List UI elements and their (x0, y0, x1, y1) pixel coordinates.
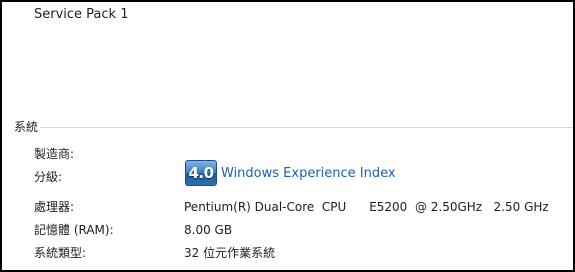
windows-experience-index-badge-icon[interactable]: 4.0 (185, 160, 217, 186)
rating-label: 分級: (34, 170, 63, 184)
manufacturer-row: 製造商: (34, 145, 554, 163)
system-type-row: 系統類型: 32 位元作業系統 (34, 244, 554, 262)
memory-row: 記憶體 (RAM): 8.00 GB (34, 221, 554, 239)
rating-row: 分級: 4.0 Windows Experience Index (34, 160, 554, 186)
section-divider (40, 127, 573, 128)
memory-value: 8.00 GB (184, 223, 233, 237)
service-pack-text: Service Pack 1 (34, 7, 129, 22)
processor-row: 處理器: Pentium(R) Dual-Core CPU E5200 @ 2.… (34, 198, 554, 216)
memory-label: 記憶體 (RAM): (34, 223, 114, 237)
section-title: 系統 (14, 120, 39, 134)
system-type-value: 32 位元作業系統 (184, 246, 276, 260)
system-section-header: 系統 (14, 118, 573, 136)
system-properties-panel: Service Pack 1 系統 製造商: 分級: 4.0 Windows E… (0, 0, 575, 272)
manufacturer-label: 製造商: (34, 147, 75, 161)
processor-value: Pentium(R) Dual-Core CPU E5200 @ 2.50GHz… (184, 200, 549, 214)
system-type-label: 系統類型: (34, 246, 87, 260)
processor-label: 處理器: (34, 200, 75, 214)
windows-experience-index-link[interactable]: Windows Experience Index (221, 165, 396, 183)
